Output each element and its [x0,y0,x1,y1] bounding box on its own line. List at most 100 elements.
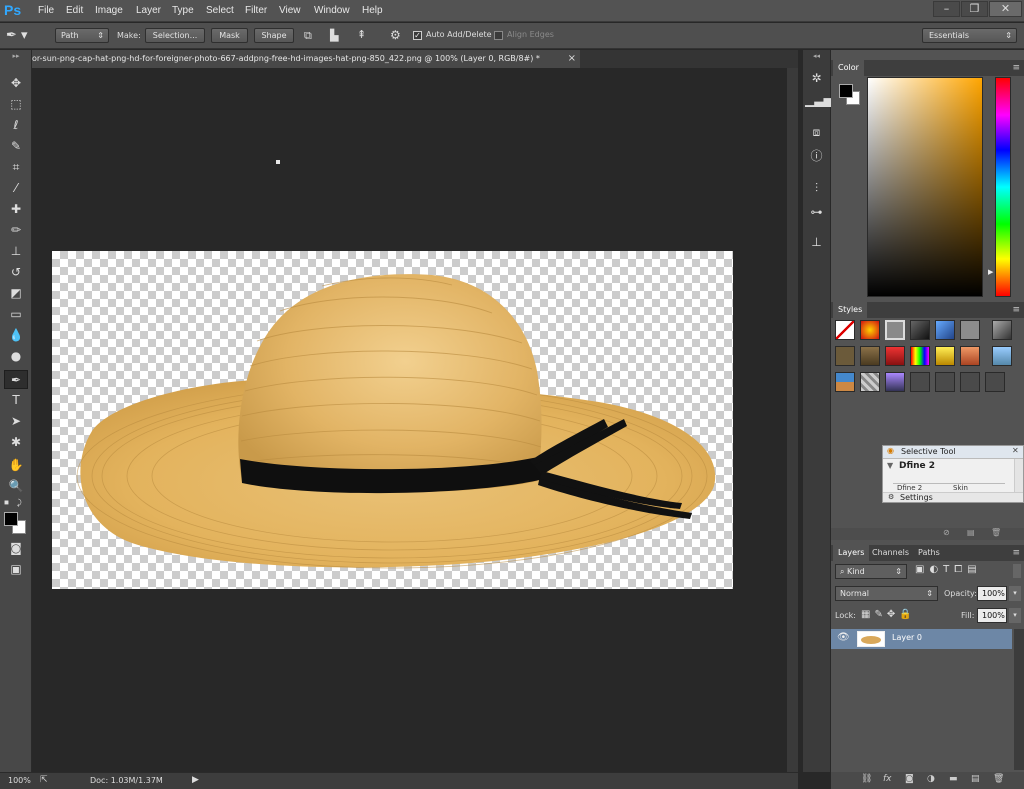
gradient-tool-icon[interactable]: ▭ [4,305,28,324]
eye-icon[interactable]: 👁 [837,632,850,643]
menu-layer[interactable]: Layer [136,0,161,22]
eyedropper-tool-icon[interactable]: ⁄ [4,179,28,198]
menu-help[interactable]: Help [362,0,383,22]
style-swatch[interactable] [935,346,955,366]
screen-mode-icon[interactable]: ▣ [4,560,28,579]
layers-scrollbar[interactable] [1014,629,1024,770]
path-arrangement-icon[interactable]: ⇞ [357,28,375,44]
path-anchor-point[interactable] [276,160,280,164]
hand-tool-icon[interactable]: ✋ [4,456,28,475]
opacity-dropdown-icon[interactable]: ▾ [1009,586,1021,601]
histogram-icon[interactable]: ▁▃▅ [805,90,833,110]
subtab-dfine[interactable]: Dfine 2 [897,484,922,492]
style-swatch[interactable] [835,346,855,366]
link-layers-icon[interactable]: ⛓ [861,774,872,784]
delete-style-icon[interactable]: 🗑 [991,528,1001,537]
style-swatch[interactable] [835,372,855,392]
fx-icon[interactable]: fx [883,774,892,784]
panel-menu-icon[interactable]: ≡ [1012,545,1020,561]
lock-icons[interactable]: ▦✎✥🔒 [861,609,916,620]
swap-colors-icon[interactable]: ⤸ [17,498,27,507]
tab-paths[interactable]: Paths [913,545,945,561]
restore-button[interactable]: ❐ [961,1,988,17]
style-swatch[interactable] [985,372,1005,392]
info-icon[interactable]: ⓘ [805,146,828,166]
style-swatch[interactable] [935,320,955,340]
make-mask-button[interactable]: Mask [211,28,248,43]
document-canvas[interactable] [52,251,733,589]
export-icon[interactable]: ⇱ [40,775,48,785]
pen-tool-preset-icon[interactable]: ✒ ▾ [6,27,42,45]
status-menu-arrow-icon[interactable]: ▶ [192,775,199,785]
style-swatch[interactable] [860,346,880,366]
canvas-scrollbar[interactable] [787,68,798,772]
new-layer-icon[interactable]: ▤ [971,774,980,784]
document-tab[interactable]: or-sun-png-cap-hat-png-hd-for-foreigner-… [32,50,580,68]
path-alignment-icon[interactable]: ▙ [330,29,344,43]
collapse-toolbox-icon[interactable]: ▸▸ [0,52,32,60]
quick-mask-icon[interactable]: ◙ [4,539,28,558]
style-swatch[interactable] [885,346,905,366]
subtab-skin[interactable]: Skin [953,484,968,492]
lasso-tool-icon[interactable]: ℓ [4,116,28,135]
style-swatch[interactable] [860,372,880,392]
eraser-tool-icon[interactable]: ◩ [4,284,28,303]
color-foreground-swatch[interactable] [839,84,853,98]
path-selection-tool-icon[interactable]: ➤ [4,412,28,431]
menu-type[interactable]: Type [172,0,194,22]
new-group-icon[interactable]: ▬ [949,774,958,784]
style-swatch[interactable] [885,320,905,340]
style-swatch[interactable] [960,320,980,340]
dodge-tool-icon[interactable]: ● [4,347,28,366]
quick-selection-tool-icon[interactable]: ✎ [4,137,28,156]
style-swatch[interactable] [885,372,905,392]
crop-tool-icon[interactable]: ⌗ [4,158,28,177]
menu-filter[interactable]: Filter [245,0,267,22]
align-edges-checkbox[interactable] [494,31,503,40]
brush-tool-icon[interactable]: ✏ [4,221,28,240]
zoom-tool-icon[interactable]: 🔍 [4,477,28,496]
style-swatch[interactable] [992,346,1012,366]
clone-stamp-tool-icon[interactable]: ⊥ [4,242,28,261]
blend-mode-select[interactable]: Normal ⇕ [835,586,938,601]
minimize-button[interactable]: – [933,1,960,17]
style-swatch[interactable] [910,346,930,366]
selective-tool-titlebar[interactable]: ◉ Selective Tool ✕ [883,446,1023,459]
healing-brush-tool-icon[interactable]: ✚ [4,200,28,219]
default-colors-icon[interactable]: ◼ [4,499,12,507]
expand-panels-icon[interactable]: ◂◂ [803,52,830,60]
mode-select[interactable]: Path ⇕ [55,28,109,43]
history-icon[interactable]: ⧈ [805,122,828,142]
foreground-color-swatch[interactable] [4,512,18,526]
path-operations-icon[interactable]: ⧉ [304,29,318,43]
style-swatch[interactable] [960,346,980,366]
gear-icon[interactable]: ⚙ [390,28,406,44]
tab-channels[interactable]: Channels [867,545,914,561]
filter-toggle[interactable] [1013,564,1021,578]
auto-add-delete-checkbox[interactable]: ✓ [413,31,422,40]
tab-layers[interactable]: Layers [833,545,870,561]
layer-row[interactable]: 👁 Layer 0 [831,629,1012,649]
style-swatch[interactable] [992,320,1012,340]
move-tool-icon[interactable]: ✥ [4,74,28,93]
brush-presets-icon[interactable]: ⫶ [805,178,828,198]
settings-row[interactable]: ⚙ Settings [883,492,1023,502]
style-swatch[interactable] [935,372,955,392]
make-shape-button[interactable]: Shape [254,28,294,43]
style-swatch[interactable] [860,320,880,340]
make-selection-button[interactable]: Selection... [145,28,205,43]
close-icon[interactable]: ✕ [1012,446,1019,455]
style-swatch[interactable] [960,372,980,392]
trash-icon[interactable]: 🗑 [993,774,1004,784]
close-window-button[interactable]: ✕ [989,1,1022,17]
new-style-icon[interactable]: ▤ [967,528,975,537]
history-brush-tool-icon[interactable]: ↺ [4,263,28,282]
menu-window[interactable]: Window [314,0,350,22]
panel-menu-icon[interactable]: ≡ [1012,302,1020,318]
menu-view[interactable]: View [279,0,301,22]
fill-dropdown-icon[interactable]: ▾ [1009,608,1021,623]
menu-select[interactable]: Select [206,0,234,22]
add-mask-icon[interactable]: ◙ [905,774,914,784]
adjustments-icon[interactable]: ⊶ [805,202,828,222]
type-tool-icon[interactable]: T [4,391,28,410]
